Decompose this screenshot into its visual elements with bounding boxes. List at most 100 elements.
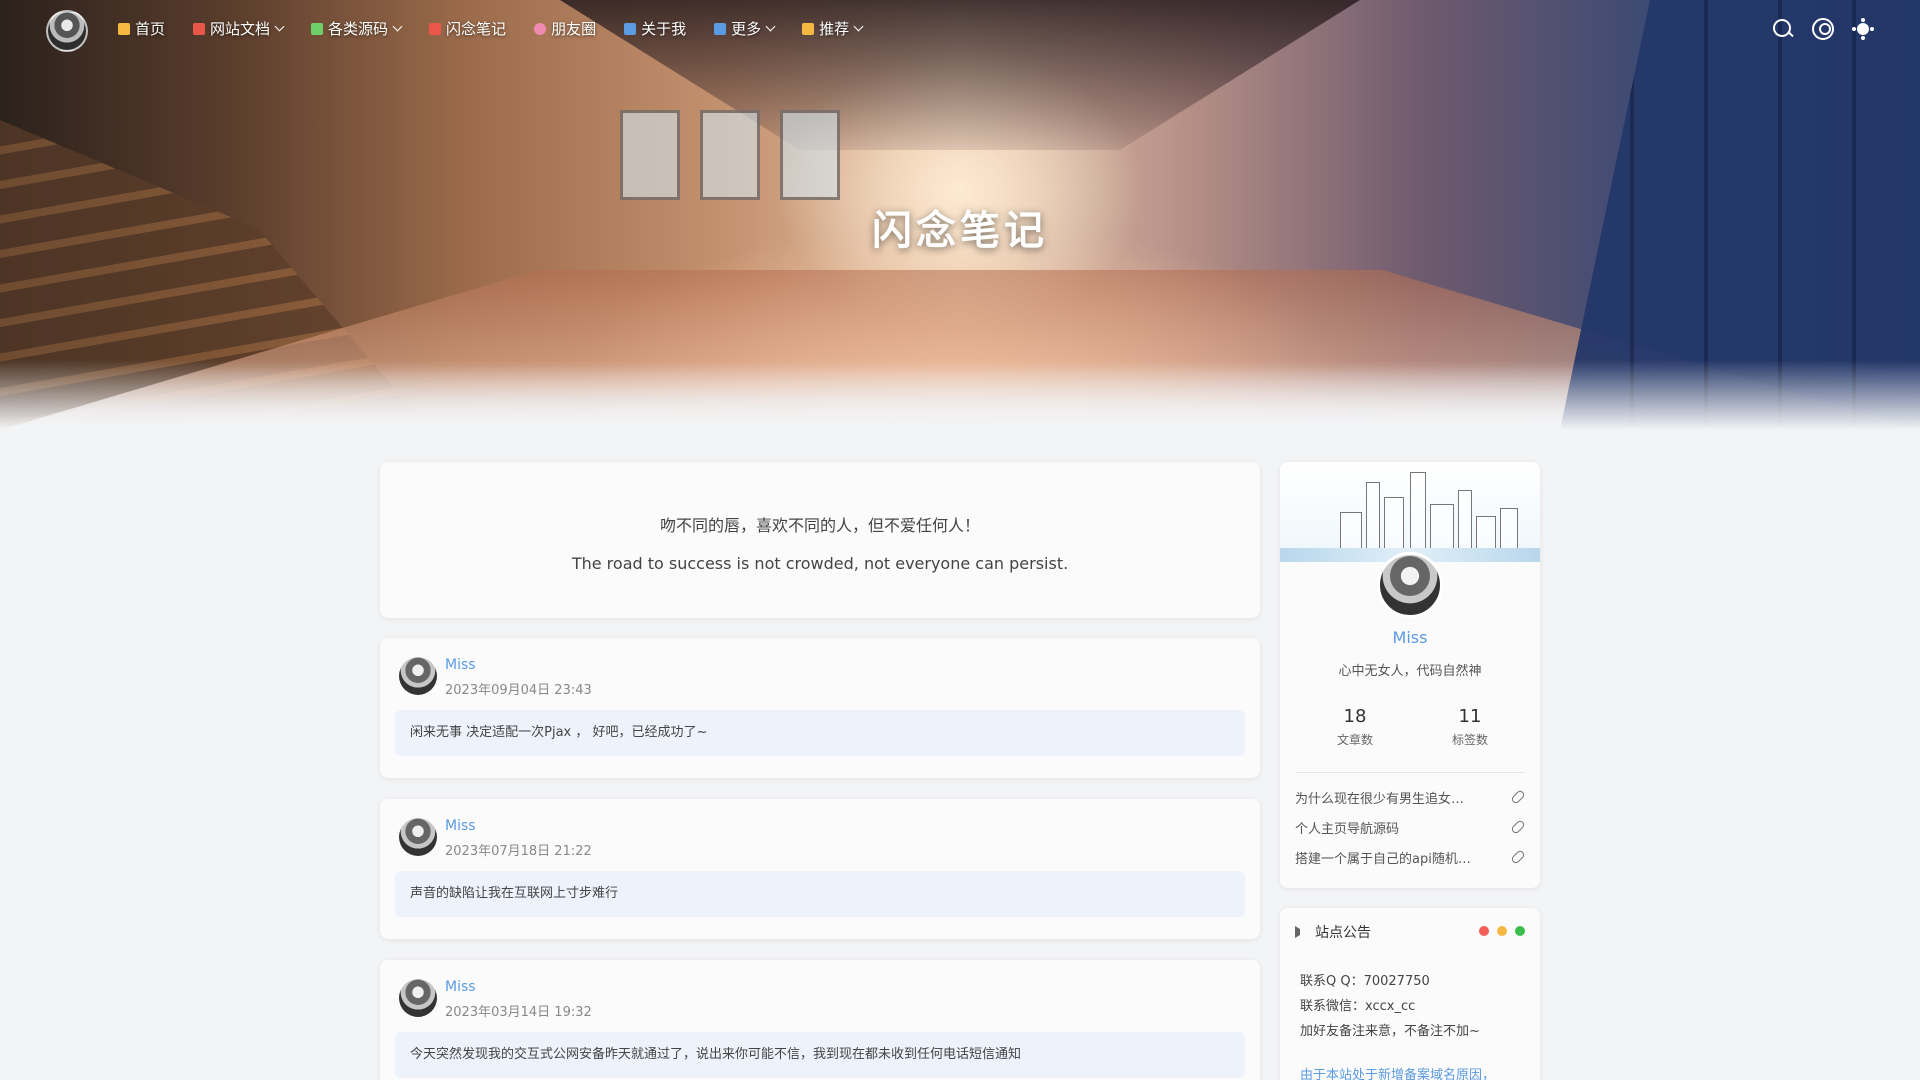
list-item: Miss 2023年07月18日 21:22 声音的缺陷让我在互联网上寸步难行 [380,799,1260,939]
user-icon[interactable] [1812,18,1834,40]
dot-red [1479,926,1489,936]
post-date: 2023年09月04日 23:43 [445,683,592,698]
document-icon [193,22,206,35]
profile-bio: 心中无女人，代码自然神 [1338,664,1482,679]
hero-window [620,110,680,200]
motto-chinese: 吻不同的唇，喜欢不同的人，但不爱任何人！ [659,516,980,535]
post-content: 闲来无事 决定适配一次Pjax ， 好吧，已经成功了~ [395,710,1245,756]
bookmark-icon [802,22,815,35]
post-author[interactable]: Miss [445,818,476,834]
recommended-link[interactable]: 为什么现在很少有男生追女… [1295,786,1526,808]
hero-window [780,110,840,200]
dot-yellow [1497,926,1507,936]
nav-item-label: 关于我 [641,20,687,38]
notice-qq: 联系Q Q：70027750 [1300,974,1430,989]
site-notice-card: 站点公告 联系Q Q：70027750 联系微信：xccx_cc 加好友备注来意… [1280,908,1540,1080]
dot-green [1515,926,1525,936]
stat-value: 18 [1343,706,1367,727]
post-content: 今天突然发现我的交互式公网安备昨天就通过了，说出来你可能不信，我到现在都未收到任… [395,1032,1245,1078]
nav-item-docs[interactable]: 网站文档 [193,18,285,39]
site-logo-avatar[interactable] [46,10,88,52]
recommended-link[interactable]: 个人主页导航源码 [1295,816,1526,838]
nav-item-label: 闪念笔记 [446,20,507,38]
nav-item-friends[interactable]: 朋友圈 [534,18,596,39]
nav-tools [1772,18,1874,40]
top-navbar: 首页 网站文档 各类源码 闪念笔记 朋友圈 关于我 更多 推荐 [0,0,1920,60]
link-text: 个人主页导航源码 [1295,821,1400,837]
link-icon [1510,819,1526,835]
grid-icon [714,22,727,35]
search-icon[interactable] [1772,18,1794,40]
post-date: 2023年07月18日 21:22 [445,844,592,859]
theme-toggle-sun-icon[interactable] [1852,18,1874,40]
recommended-link[interactable]: 搭建一个属于自己的api随机… [1295,846,1526,868]
chevron-down-icon [274,21,285,32]
link-icon [1510,789,1526,805]
nav-item-recommend[interactable]: 推荐 [802,18,864,39]
stat-tags[interactable]: 11 标签数 [1420,706,1520,748]
notice-title: 站点公告 [1315,925,1371,941]
divider [1295,772,1525,773]
source-code-icon [311,22,324,35]
cover-building [1500,508,1518,552]
chevron-down-icon [853,21,864,32]
avatar[interactable] [1377,552,1443,618]
avatar[interactable] [399,657,437,695]
chevron-down-icon [392,21,403,32]
hero-fade [0,360,1920,430]
avatar[interactable] [399,818,437,856]
cover-building [1476,516,1496,552]
nav-item-home[interactable]: 首页 [118,18,165,39]
post-author[interactable]: Miss [445,979,476,995]
link-text: 为什么现在很少有男生追女… [1295,791,1465,807]
link-text: 搭建一个属于自己的api随机… [1295,851,1471,867]
nav-item-label: 网站文档 [210,20,271,38]
cover-building [1430,504,1454,552]
notice-header: 站点公告 [1295,922,1371,942]
motto-card: 吻不同的唇，喜欢不同的人，但不爱任何人！ The road to success… [380,462,1260,618]
nav-item-label: 朋友圈 [551,20,597,38]
cover-building [1384,497,1404,552]
cover-building [1410,472,1426,552]
notice-note: 加好友备注来意，不备注不加~ [1300,1024,1480,1039]
nav-item-label: 推荐 [819,20,850,38]
nav-item-source-code[interactable]: 各类源码 [311,18,403,39]
notice-link[interactable]: 由于本站处于新增备案域名原因， [1300,1064,1495,1080]
cover-building [1366,482,1380,552]
stat-value: 11 [1458,706,1482,727]
list-item: Miss 2023年03月14日 19:32 今天突然发现我的交互式公网安备昨天… [380,960,1260,1080]
hero-window [700,110,760,200]
nav-item-label: 首页 [135,20,166,38]
speaker-icon [1295,926,1307,938]
avatar[interactable] [399,979,437,1017]
stat-label: 文章数 [1336,733,1373,747]
stat-articles[interactable]: 18 文章数 [1305,706,1405,748]
stat-label: 标签数 [1451,733,1488,747]
about-icon [624,22,637,35]
nav-item-label: 各类源码 [328,20,389,38]
post-date: 2023年03月14日 19:32 [445,1005,592,1020]
profile-name[interactable]: Miss [1280,628,1540,647]
nav-item-label: 更多 [731,20,762,38]
cover-building [1340,512,1362,552]
profile-cover-cityscape [1280,462,1540,562]
nav-item-more[interactable]: 更多 [714,18,776,39]
motto-english: The road to success is not crowded, not … [571,554,1069,573]
nav-item-about[interactable]: 关于我 [624,18,686,39]
nav-item-notes[interactable]: 闪念笔记 [429,18,506,39]
chevron-down-icon [765,21,776,32]
window-dots [1479,926,1525,936]
hero-banner: 闪念笔记 [0,0,1920,430]
notice-wechat: 联系微信：xccx_cc [1300,999,1416,1014]
cover-building [1458,490,1472,552]
notes-icon [429,22,442,35]
post-author[interactable]: Miss [445,657,476,673]
profile-card: Miss 心中无女人，代码自然神 18 文章数 11 标签数 为什么现在很少有男… [1280,462,1540,888]
link-icon [1510,849,1526,865]
main-menu: 首页 网站文档 各类源码 闪念笔记 朋友圈 关于我 更多 推荐 [118,18,890,39]
list-item: Miss 2023年09月04日 23:43 闲来无事 决定适配一次Pjax ，… [380,638,1260,778]
page-title: 闪念笔记 [872,208,1048,254]
home-icon [118,22,130,35]
post-content: 声音的缺陷让我在互联网上寸步难行 [395,871,1245,917]
friends-icon [534,22,547,35]
